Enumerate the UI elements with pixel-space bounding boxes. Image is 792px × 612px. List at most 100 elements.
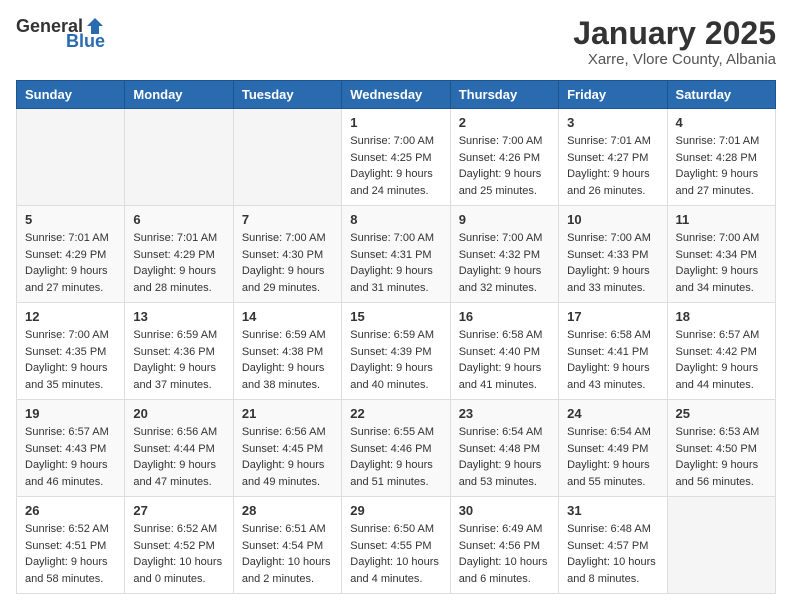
weekday-header: Friday: [559, 81, 667, 109]
day-number: 11: [676, 212, 767, 227]
calendar-cell: 13 Sunrise: 6:59 AM Sunset: 4:36 PM Dayli…: [125, 303, 233, 400]
calendar-week-row: 1 Sunrise: 7:00 AM Sunset: 4:25 PM Daylig…: [17, 109, 776, 206]
day-number: 24: [567, 406, 658, 421]
calendar-cell: 16Sunrise: 6:58 AM Sunset: 4:40 PM Dayli…: [450, 303, 558, 400]
calendar-cell: 22 Sunrise: 6:55 AM Sunset: 4:46 PM Dayli…: [342, 400, 450, 497]
day-info: Sunrise: 6:59 AM Sunset: 4:36 PM Dayligh…: [133, 327, 224, 393]
day-number: 20: [133, 406, 224, 421]
calendar-cell: 4 Sunrise: 7:01 AM Sunset: 4:28 PM Daylig…: [667, 109, 775, 206]
weekday-header: Thursday: [450, 81, 558, 109]
day-info: Sunrise: 6:59 AM Sunset: 4:38 PM Dayligh…: [242, 327, 333, 393]
day-info: Sunrise: 6:53 AM Sunset: 4:50 PM Dayligh…: [676, 424, 767, 490]
day-number: 29: [350, 503, 441, 518]
calendar-cell: 30 Sunrise: 6:49 AM Sunset: 4:56 PM Dayli…: [450, 497, 558, 594]
weekday-header-row: SundayMondayTuesdayWednesdayThursdayFrid…: [17, 81, 776, 109]
day-number: 18: [676, 309, 767, 324]
day-info: Sunrise: 6:49 AM Sunset: 4:56 PM Dayligh…: [459, 521, 550, 587]
calendar-table: SundayMondayTuesdayWednesdayThursdayFrid…: [16, 80, 776, 594]
day-number: 8: [350, 212, 441, 227]
calendar-cell: 23Sunrise: 6:54 AM Sunset: 4:48 PM Dayli…: [450, 400, 558, 497]
calendar-cell: 21Sunrise: 6:56 AM Sunset: 4:45 PM Dayli…: [233, 400, 341, 497]
day-info: Sunrise: 6:57 AM Sunset: 4:42 PM Dayligh…: [676, 327, 767, 393]
calendar-cell: 1 Sunrise: 7:00 AM Sunset: 4:25 PM Daylig…: [342, 109, 450, 206]
day-info: Sunrise: 7:00 AM Sunset: 4:26 PM Dayligh…: [459, 133, 550, 199]
day-number: 3: [567, 115, 658, 130]
day-info: Sunrise: 7:00 AM Sunset: 4:35 PM Dayligh…: [25, 327, 116, 393]
day-number: 6: [133, 212, 224, 227]
day-number: 26: [25, 503, 116, 518]
weekday-header: Sunday: [17, 81, 125, 109]
day-number: 19: [25, 406, 116, 421]
calendar-cell: 20 Sunrise: 6:56 AM Sunset: 4:44 PM Dayli…: [125, 400, 233, 497]
day-number: 13: [133, 309, 224, 324]
day-info: Sunrise: 7:00 AM Sunset: 4:25 PM Dayligh…: [350, 133, 441, 199]
calendar-cell: 7Sunrise: 7:00 AM Sunset: 4:30 PM Daylig…: [233, 206, 341, 303]
weekday-header: Monday: [125, 81, 233, 109]
calendar-week-row: 5 Sunrise: 7:01 AM Sunset: 4:29 PM Daylig…: [17, 206, 776, 303]
day-info: Sunrise: 7:00 AM Sunset: 4:32 PM Dayligh…: [459, 230, 550, 296]
day-info: Sunrise: 7:01 AM Sunset: 4:29 PM Dayligh…: [133, 230, 224, 296]
day-info: Sunrise: 7:01 AM Sunset: 4:27 PM Dayligh…: [567, 133, 658, 199]
day-info: Sunrise: 7:00 AM Sunset: 4:34 PM Dayligh…: [676, 230, 767, 296]
day-info: Sunrise: 6:58 AM Sunset: 4:41 PM Dayligh…: [567, 327, 658, 393]
calendar-cell: 3 Sunrise: 7:01 AM Sunset: 4:27 PM Daylig…: [559, 109, 667, 206]
calendar-cell: [125, 109, 233, 206]
calendar-cell: 17 Sunrise: 6:58 AM Sunset: 4:41 PM Dayli…: [559, 303, 667, 400]
calendar-cell: 14 Sunrise: 6:59 AM Sunset: 4:38 PM Dayli…: [233, 303, 341, 400]
calendar-title: January 2025: [573, 16, 776, 51]
day-number: 25: [676, 406, 767, 421]
day-number: 14: [242, 309, 333, 324]
calendar-cell: [667, 497, 775, 594]
calendar-week-row: 26 Sunrise: 6:52 AM Sunset: 4:51 PM Dayli…: [17, 497, 776, 594]
day-info: Sunrise: 7:01 AM Sunset: 4:28 PM Dayligh…: [676, 133, 767, 199]
calendar-cell: 31Sunrise: 6:48 AM Sunset: 4:57 PM Dayli…: [559, 497, 667, 594]
calendar-cell: 25 Sunrise: 6:53 AM Sunset: 4:50 PM Dayli…: [667, 400, 775, 497]
calendar-cell: 26 Sunrise: 6:52 AM Sunset: 4:51 PM Dayli…: [17, 497, 125, 594]
day-number: 9: [459, 212, 550, 227]
logo: General Blue: [16, 16, 105, 50]
day-info: Sunrise: 6:52 AM Sunset: 4:52 PM Dayligh…: [133, 521, 224, 587]
calendar-cell: 19 Sunrise: 6:57 AM Sunset: 4:43 PM Dayli…: [17, 400, 125, 497]
calendar-cell: 15Sunrise: 6:59 AM Sunset: 4:39 PM Dayli…: [342, 303, 450, 400]
day-info: Sunrise: 7:00 AM Sunset: 4:33 PM Dayligh…: [567, 230, 658, 296]
day-number: 1: [350, 115, 441, 130]
calendar-cell: 2 Sunrise: 7:00 AM Sunset: 4:26 PM Daylig…: [450, 109, 558, 206]
day-number: 16: [459, 309, 550, 324]
day-number: 10: [567, 212, 658, 227]
day-info: Sunrise: 6:55 AM Sunset: 4:46 PM Dayligh…: [350, 424, 441, 490]
calendar-cell: 18 Sunrise: 6:57 AM Sunset: 4:42 PM Dayli…: [667, 303, 775, 400]
day-info: Sunrise: 6:54 AM Sunset: 4:49 PM Dayligh…: [567, 424, 658, 490]
calendar-cell: [17, 109, 125, 206]
title-block: January 2025 Xarre, Vlore County, Albani…: [573, 16, 776, 68]
calendar-cell: 12Sunrise: 7:00 AM Sunset: 4:35 PM Dayli…: [17, 303, 125, 400]
calendar-cell: 28 Sunrise: 6:51 AM Sunset: 4:54 PM Dayli…: [233, 497, 341, 594]
calendar-cell: 5 Sunrise: 7:01 AM Sunset: 4:29 PM Daylig…: [17, 206, 125, 303]
calendar-cell: 24 Sunrise: 6:54 AM Sunset: 4:49 PM Dayli…: [559, 400, 667, 497]
day-number: 28: [242, 503, 333, 518]
day-info: Sunrise: 6:52 AM Sunset: 4:51 PM Dayligh…: [25, 521, 116, 587]
page-header: General Blue January 2025 Xarre, Vlore C…: [16, 16, 776, 68]
day-number: 17: [567, 309, 658, 324]
day-number: 4: [676, 115, 767, 130]
calendar-cell: 8Sunrise: 7:00 AM Sunset: 4:31 PM Daylig…: [342, 206, 450, 303]
calendar-cell: 27 Sunrise: 6:52 AM Sunset: 4:52 PM Dayli…: [125, 497, 233, 594]
day-number: 22: [350, 406, 441, 421]
day-number: 27: [133, 503, 224, 518]
calendar-week-row: 19 Sunrise: 6:57 AM Sunset: 4:43 PM Dayli…: [17, 400, 776, 497]
day-number: 5: [25, 212, 116, 227]
calendar-cell: 9 Sunrise: 7:00 AM Sunset: 4:32 PM Daylig…: [450, 206, 558, 303]
day-info: Sunrise: 6:50 AM Sunset: 4:55 PM Dayligh…: [350, 521, 441, 587]
weekday-header: Tuesday: [233, 81, 341, 109]
day-info: Sunrise: 6:56 AM Sunset: 4:44 PM Dayligh…: [133, 424, 224, 490]
logo-blue: Blue: [66, 32, 105, 50]
weekday-header: Saturday: [667, 81, 775, 109]
day-info: Sunrise: 6:57 AM Sunset: 4:43 PM Dayligh…: [25, 424, 116, 490]
day-number: 21: [242, 406, 333, 421]
day-number: 2: [459, 115, 550, 130]
calendar-cell: 29 Sunrise: 6:50 AM Sunset: 4:55 PM Dayli…: [342, 497, 450, 594]
day-number: 30: [459, 503, 550, 518]
day-info: Sunrise: 6:51 AM Sunset: 4:54 PM Dayligh…: [242, 521, 333, 587]
day-number: 23: [459, 406, 550, 421]
day-info: Sunrise: 7:01 AM Sunset: 4:29 PM Dayligh…: [25, 230, 116, 296]
day-info: Sunrise: 6:48 AM Sunset: 4:57 PM Dayligh…: [567, 521, 658, 587]
